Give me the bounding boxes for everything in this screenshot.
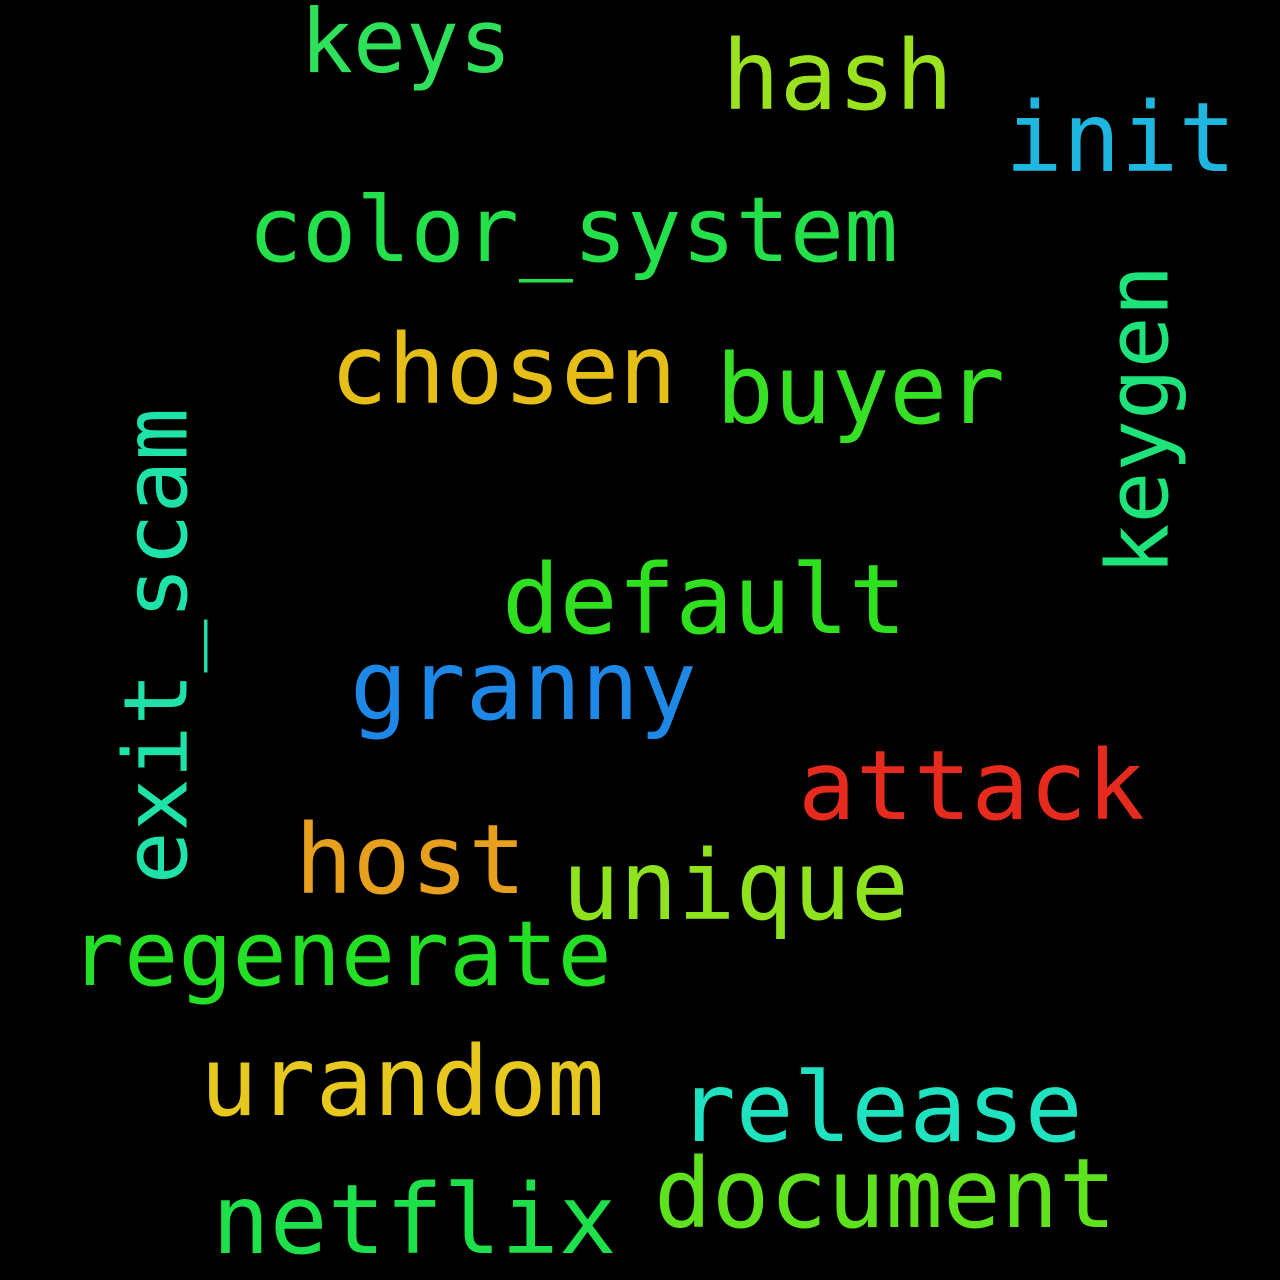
word-keygen: keygen (1088, 264, 1189, 576)
word-host: host (295, 804, 527, 916)
word-granny: granny (350, 630, 697, 742)
word-attack: attack (798, 730, 1145, 842)
word-netflix: netflix (212, 1164, 617, 1276)
word-regenerate: regenerate (70, 902, 612, 1007)
word-init: init (1005, 82, 1237, 194)
word-chosen: chosen (330, 314, 677, 426)
word-urandom: urandom (200, 1026, 605, 1138)
word-buyer: buyer (716, 334, 1005, 446)
word-color-system: color_system (248, 178, 899, 283)
word-exit-scam: exit_scam (104, 407, 208, 885)
word-document: document (654, 1138, 1117, 1250)
word-cloud: keys hash init color_system chosen buyer… (0, 0, 1280, 1280)
word-unique: unique (562, 830, 909, 942)
word-keys: keys (300, 0, 512, 93)
word-hash: hash (722, 20, 954, 132)
